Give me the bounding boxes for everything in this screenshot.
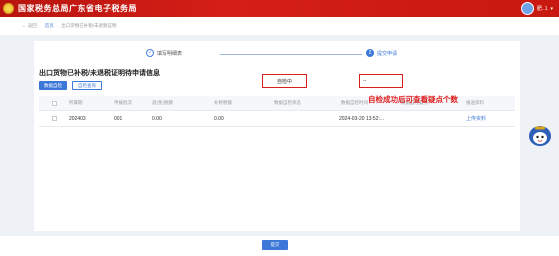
submit-button[interactable]: 提交	[262, 240, 288, 250]
cell-batch: 001	[114, 115, 123, 122]
cell-check-status: 自检中	[276, 78, 292, 85]
doubt-points-highlight: --	[359, 74, 403, 88]
cell-refund-amount: 0.00	[152, 115, 162, 122]
cell-check-time: 2024-03-20 13:52:...	[339, 115, 385, 122]
column-header: 退(免)税额	[152, 100, 173, 105]
action-buttons: 数据自检 自检查询	[39, 81, 102, 90]
tax-emblem-icon	[3, 3, 14, 14]
step-indicator: ✓ 填写明细表 2 提交申请	[34, 49, 520, 61]
chevron-down-icon[interactable]: ▾	[550, 6, 553, 12]
app-title: 国家税务总局广东省电子税务局	[18, 4, 137, 13]
step-fill-detail: ✓ 填写明细表	[146, 49, 182, 57]
step-number: 2	[366, 49, 374, 57]
column-header: 报送资料	[466, 100, 484, 105]
top-header-bar: 国家税务总局广东省电子税务局 肥..1 ▾	[0, 0, 559, 17]
breadcrumb: ← 返回 首页 › 出口货物已补税/未退税证明	[0, 17, 559, 35]
cell-period: 202403	[69, 115, 86, 122]
main-card: ✓ 填写明细表 2 提交申请 出口货物已补税/未退税证明待申请信息 数据自检 自…	[34, 41, 520, 231]
check-status-highlight: 自检中	[262, 74, 307, 88]
select-all-checkbox[interactable]	[52, 101, 57, 106]
step-connector	[220, 54, 362, 55]
user-menu[interactable]: 肥..1 ▾	[520, 2, 553, 15]
column-header: 所属期	[69, 100, 83, 105]
mascot-assistant-icon[interactable]	[528, 125, 552, 147]
cell-supplement-tax: 0.00	[214, 115, 224, 122]
self-check-query-button[interactable]: 自检查询	[72, 81, 102, 90]
back-link[interactable]: ← 返回	[22, 23, 37, 29]
column-header: 数据自检时间	[341, 100, 368, 105]
upload-documents-link[interactable]: 上传资料	[466, 115, 486, 122]
breadcrumb-current: 出口货物已补税/未退税证明	[61, 23, 117, 28]
data-check-button[interactable]: 数据自检	[39, 81, 67, 90]
breadcrumb-home[interactable]: 首页	[45, 23, 54, 29]
column-header: 补税税额	[214, 100, 232, 105]
step-submit: 2 提交申请	[366, 49, 397, 57]
avatar[interactable]	[520, 2, 534, 15]
check-circle-icon: ✓	[146, 49, 154, 57]
row-checkbox[interactable]	[52, 116, 57, 121]
username[interactable]: 肥..1	[537, 5, 548, 12]
column-header: 申报批次	[114, 100, 132, 105]
breadcrumb-separator: ›	[56, 23, 59, 29]
page-title: 出口货物已补税/未退税证明待申请信息	[39, 70, 160, 77]
table-row: 202403 001 0.00 0.00 2024-03-20 13:52:..…	[39, 111, 515, 127]
column-header: 数据自检状态	[274, 100, 301, 105]
annotation-note: 自检成功后可查看疑点个数	[368, 95, 458, 104]
cell-doubt-points: --	[363, 78, 367, 84]
step-label: 提交申请	[377, 50, 398, 57]
step-label: 填写明细表	[157, 50, 183, 57]
